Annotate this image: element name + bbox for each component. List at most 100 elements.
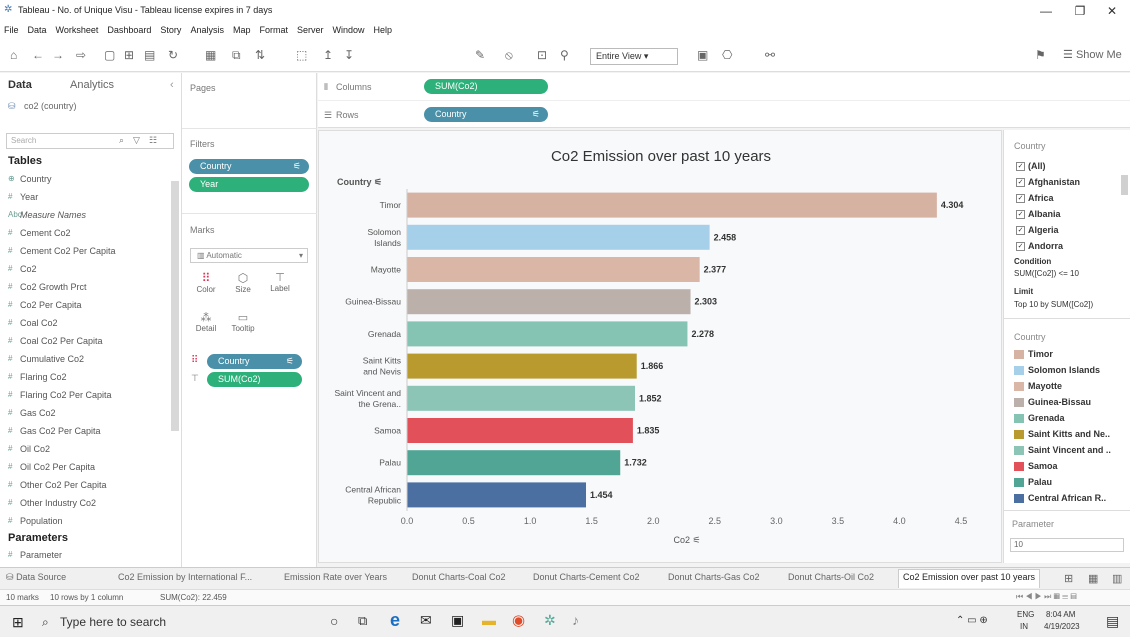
tab-emission-rate[interactable]: Emission Rate over Years xyxy=(284,572,387,582)
menu-window[interactable]: Window xyxy=(333,22,365,38)
category-label[interactable]: Guinea-Bissau xyxy=(345,297,401,307)
datasource-name[interactable]: co2 (country) xyxy=(24,101,77,111)
tab-data-source[interactable]: ⛁ Data Source xyxy=(6,572,66,583)
label-icon[interactable]: ⦸ xyxy=(505,47,513,63)
collapse-pane-icon[interactable]: ‹ xyxy=(170,79,174,91)
add-datasource-icon[interactable]: ⊞ xyxy=(124,47,134,63)
search-icon[interactable]: ⌕ xyxy=(119,135,124,146)
marks-pill-sum-co2[interactable]: SUM(Co2) xyxy=(207,372,302,387)
menu-format[interactable]: Format xyxy=(259,22,288,38)
clear-sheet-icon[interactable]: ⧉ xyxy=(232,47,241,63)
category-label[interactable]: Saint Vincent and the Grena.. xyxy=(335,388,402,409)
field-gas-co2-per-capita[interactable]: Gas Co2 Per Capita xyxy=(20,426,101,436)
new-sheet-icon[interactable]: ▤ xyxy=(144,47,155,63)
pin-icon[interactable]: ⚲ xyxy=(560,47,569,63)
field-other-industry-co2[interactable]: Other Industry Co2 xyxy=(20,498,96,508)
new-datasource-icon[interactable]: ⇨ xyxy=(76,47,86,63)
show-cards-icon[interactable]: ▣ xyxy=(697,47,708,63)
category-label[interactable]: Timor xyxy=(380,200,402,210)
filter-pill-country[interactable]: Country ⚟ xyxy=(189,159,309,174)
tab-donut-gas[interactable]: Donut Charts-Gas Co2 xyxy=(668,572,760,582)
legend-item[interactable]: Palau xyxy=(1014,477,1052,488)
category-label[interactable]: Solomon Islands xyxy=(367,227,401,248)
clock-date[interactable]: 4/19/2023 xyxy=(1044,622,1080,631)
bar[interactable] xyxy=(407,482,587,508)
x-axis-title[interactable]: Co2 ⚟ xyxy=(673,535,700,545)
filter-option-afghanistan[interactable]: ✓ Afghanistan xyxy=(1016,177,1080,188)
new-dashboard-icon[interactable]: ▦ xyxy=(1088,572,1098,585)
rows-pill-country[interactable]: Country ⚟ xyxy=(424,107,548,122)
fit-select[interactable]: Entire View ▾ xyxy=(590,48,678,65)
legend-item[interactable]: Saint Kitts and Ne.. xyxy=(1014,429,1110,440)
tab-co2-emission-international[interactable]: Co2 Emission by International F... xyxy=(118,572,252,582)
tab-data[interactable]: Data xyxy=(8,79,32,91)
filter-scrollbar[interactable] xyxy=(1121,175,1128,195)
filter-option-all[interactable]: ✓ (All) xyxy=(1016,161,1046,172)
field-oil-co2[interactable]: Oil Co2 xyxy=(20,444,50,454)
view-options-icon[interactable]: ☷ xyxy=(149,135,157,146)
marks-pill-country[interactable]: Country ⚟ xyxy=(207,354,302,369)
label-button[interactable]: ⊤ Label xyxy=(264,271,296,305)
maximize-button[interactable]: ❐ xyxy=(1066,2,1094,20)
chrome-icon[interactable]: ◉ xyxy=(512,611,525,629)
legend-item[interactable]: Timor xyxy=(1014,349,1053,360)
highlight-icon[interactable]: ⬚ xyxy=(296,47,307,63)
columns-pill-sum-co2[interactable]: SUM(Co2) xyxy=(424,79,548,94)
category-label[interactable]: Central African Republic xyxy=(345,484,401,505)
field-measure-names[interactable]: Measure Names xyxy=(20,210,86,220)
clock-time[interactable]: 8:04 AM xyxy=(1046,610,1075,619)
sort-desc-icon[interactable]: ↧ xyxy=(344,47,354,63)
color-button[interactable]: ⠿ Color xyxy=(190,271,222,305)
new-sheet-icon[interactable]: ⊞ xyxy=(1064,572,1073,585)
mark-type-select[interactable]: ▥ Automatic ▾ xyxy=(190,248,308,263)
bar[interactable] xyxy=(407,257,700,282)
share-icon[interactable]: ⚯ xyxy=(765,47,775,63)
filter-option-africa[interactable]: ✓ Africa xyxy=(1016,193,1054,204)
filter-option-algeria[interactable]: ✓ Algeria xyxy=(1016,225,1059,236)
field-population[interactable]: Population xyxy=(20,516,63,526)
field-flaring-co2[interactable]: Flaring Co2 xyxy=(20,372,67,382)
search-field[interactable]: Search ⌕ ▽ ☷ xyxy=(6,133,174,149)
parameter-item[interactable]: Parameter xyxy=(20,550,62,560)
store-icon[interactable]: ▣ xyxy=(451,612,464,629)
detail-button[interactable]: ⁂ Detail xyxy=(190,311,222,345)
new-story-icon[interactable]: ▥ xyxy=(1112,572,1122,585)
field-flaring-co2-per-capita[interactable]: Flaring Co2 Per Capita xyxy=(20,390,112,400)
tab-donut-oil[interactable]: Donut Charts-Oil Co2 xyxy=(788,572,874,582)
back-icon[interactable]: ← xyxy=(32,47,44,63)
menu-help[interactable]: Help xyxy=(374,22,393,38)
bar[interactable] xyxy=(407,353,637,379)
category-label[interactable]: Grenada xyxy=(368,329,401,339)
menu-server[interactable]: Server xyxy=(297,22,324,38)
category-label[interactable]: Palau xyxy=(379,458,401,468)
sort-asc-icon[interactable]: ↥ xyxy=(323,47,333,63)
bar[interactable] xyxy=(407,321,688,347)
presentation-icon[interactable]: ⎔ xyxy=(722,47,732,63)
bar[interactable] xyxy=(407,418,633,443)
fields-scrollbar[interactable] xyxy=(171,181,179,431)
app-icon[interactable]: ✲ xyxy=(544,612,556,629)
file-explorer-icon[interactable]: ▬ xyxy=(482,612,496,628)
filter-option-albania[interactable]: ✓ Albania xyxy=(1016,209,1061,220)
legend-item[interactable]: Solomon Islands xyxy=(1014,365,1100,376)
task-view-icon[interactable]: ⧉ xyxy=(358,613,367,629)
legend-item[interactable]: Saint Vincent and .. xyxy=(1014,445,1111,456)
menu-dashboard[interactable]: Dashboard xyxy=(107,22,151,38)
bar[interactable] xyxy=(407,450,621,476)
field-country[interactable]: Country xyxy=(20,174,52,184)
tooltip-button[interactable]: ▭ Tooltip xyxy=(227,311,259,345)
legend-item[interactable]: Samoa xyxy=(1014,461,1058,472)
menu-map[interactable]: Map xyxy=(233,22,251,38)
tab-donut-coal[interactable]: Donut Charts-Coal Co2 xyxy=(412,572,506,582)
labels-icon[interactable]: ⊡ xyxy=(537,47,547,63)
swap-icon[interactable]: ⇅ xyxy=(255,47,265,63)
field-coal-co2-per-capita[interactable]: Coal Co2 Per Capita xyxy=(20,336,103,346)
field-oil-co2-per-capita[interactable]: Oil Co2 Per Capita xyxy=(20,462,95,472)
parameter-input[interactable]: 10 xyxy=(1010,538,1124,552)
app-icon-2[interactable]: ♪ xyxy=(572,612,579,628)
field-coal-co2[interactable]: Coal Co2 xyxy=(20,318,58,328)
save-icon[interactable]: ▢ xyxy=(104,47,115,63)
tab-donut-cement[interactable]: Donut Charts-Cement Co2 xyxy=(533,572,640,582)
menu-data[interactable]: Data xyxy=(28,22,47,38)
filter-pill-year[interactable]: Year xyxy=(189,177,309,192)
